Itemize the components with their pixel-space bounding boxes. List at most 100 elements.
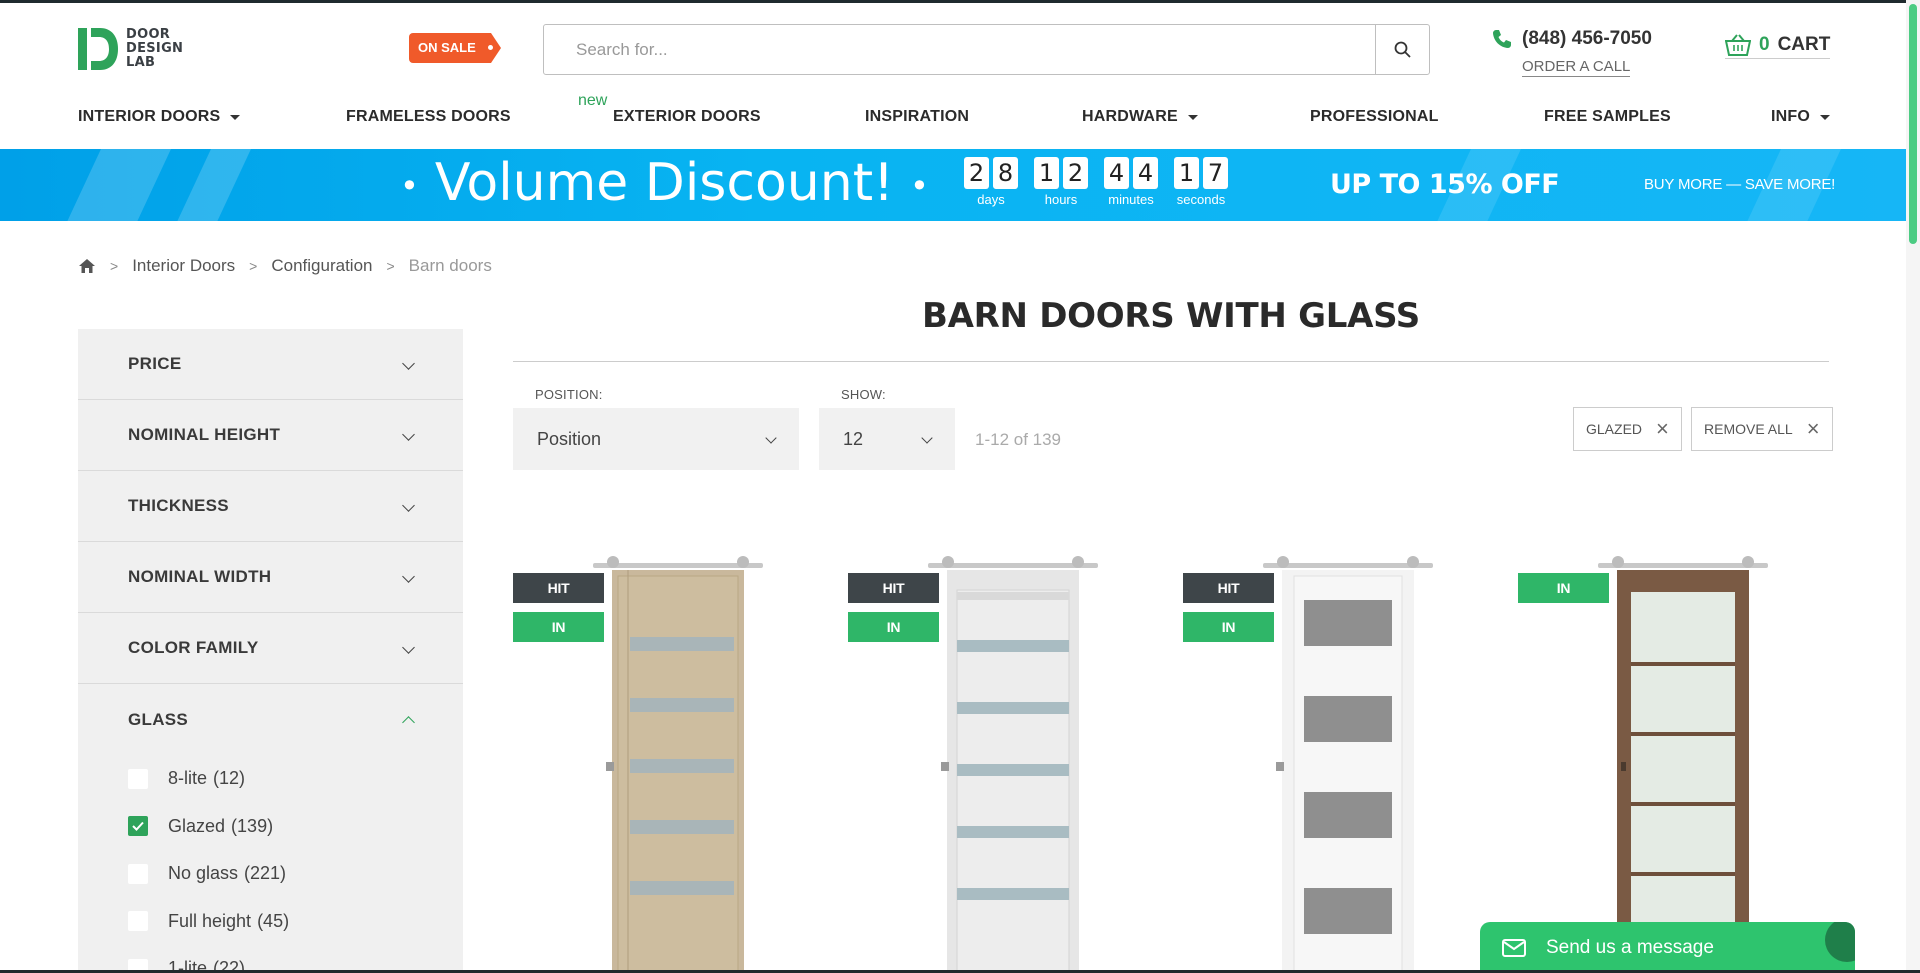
cart-count: 0 [1759, 34, 1770, 55]
cart-link[interactable]: 0 CART [1725, 34, 1831, 59]
chevron-up-icon [402, 716, 415, 729]
banner-decoration [159, 149, 261, 221]
search-icon [1394, 41, 1411, 58]
scrollbar[interactable] [1906, 0, 1920, 973]
barn-rail [928, 556, 1098, 568]
nav-interior-doors[interactable]: INTERIOR DOORS [78, 108, 241, 126]
product-image[interactable] [933, 570, 1093, 973]
page-title: BARN DOORS WITH GLASS [922, 296, 1420, 336]
breadcrumb-interior-doors[interactable]: Interior Doors [132, 256, 235, 276]
chat-corner [1825, 922, 1855, 962]
position-select[interactable]: Position [513, 408, 799, 470]
checkbox-checked[interactable] [128, 816, 148, 837]
cart-label: CART [1777, 34, 1831, 55]
phone-icon [1493, 30, 1511, 48]
order-call-link[interactable]: ORDER A CALL [1522, 58, 1631, 77]
check-icon [132, 822, 144, 832]
in-stock-badge: IN STOCK [1518, 573, 1609, 626]
new-tag: new [578, 92, 608, 109]
search-bar [543, 24, 1430, 75]
checkbox[interactable] [128, 863, 148, 884]
filter-nominal-height[interactable]: NOMINAL HEIGHT [78, 400, 463, 471]
filter-glass[interactable]: GLASS [78, 684, 463, 755]
nav-inspiration[interactable]: INSPIRATION [865, 108, 969, 126]
chevron-right-icon: > [249, 258, 258, 274]
nav-hardware[interactable]: HARDWARE [1082, 108, 1198, 126]
show-select[interactable]: 12 [819, 408, 955, 470]
countdown-timer: 28 days 12 hours 44 minutes 17 seconds [964, 157, 1228, 207]
product-image[interactable] [1268, 570, 1428, 973]
timer-hours: 12 hours [1034, 157, 1088, 207]
top-border [0, 0, 1920, 3]
close-icon[interactable]: × [1807, 418, 1820, 440]
filter-nominal-width[interactable]: NOMINAL WIDTH [78, 542, 463, 613]
site-logo[interactable]: DOOR DESIGN LAB [78, 26, 183, 72]
barn-rail [1598, 556, 1768, 568]
chevron-down-icon [402, 356, 415, 370]
filter-price[interactable]: PRICE [78, 329, 463, 400]
volume-discount-banner[interactable]: • Volume Discount! • 28 days 12 hours 44 m… [0, 149, 1920, 221]
hit-badge: HIT [513, 573, 604, 603]
close-icon[interactable]: × [1656, 418, 1669, 440]
chip-glazed[interactable]: GLAZED × [1573, 407, 1682, 451]
divider [513, 361, 1829, 362]
product-image[interactable] [598, 570, 758, 973]
glass-option-no-glass[interactable]: No glass (221) [78, 850, 463, 898]
nav-info[interactable]: INFO [1771, 108, 1831, 126]
glass-option-full-height[interactable]: Full height (45) [78, 898, 463, 946]
product-card[interactable]: HIT IN STOCK [1183, 553, 1453, 973]
banner-decoration [49, 149, 181, 221]
phone-number: (848) 456-7050 [1522, 28, 1652, 49]
hit-badge: HIT [848, 573, 939, 603]
show-label: SHOW: [841, 387, 886, 402]
glass-option-8-lite[interactable]: 8-lite (12) [78, 755, 463, 803]
chevron-down-icon [765, 432, 777, 444]
search-input[interactable] [544, 25, 1375, 74]
filter-color-family[interactable]: COLOR FAMILY [78, 613, 463, 684]
chevron-down-icon [402, 427, 415, 441]
barn-rail [1263, 556, 1433, 568]
nav-professional[interactable]: PROFESSIONAL [1310, 108, 1439, 126]
product-image[interactable] [1603, 570, 1763, 973]
glass-option-glazed[interactable]: Glazed (139) [78, 803, 463, 851]
timer-days: 28 days [964, 157, 1018, 207]
search-button[interactable] [1375, 25, 1429, 74]
home-icon[interactable] [78, 258, 96, 274]
chevron-down-icon [402, 569, 415, 583]
nav-free-samples[interactable]: FREE SAMPLES [1544, 108, 1671, 126]
on-sale-badge[interactable]: ON SALE [409, 33, 501, 63]
banner-headline: • Volume Discount! • [400, 153, 929, 213]
product-card[interactable]: HIT IN STOCK [848, 553, 1118, 973]
chip-remove-all[interactable]: REMOVE ALL × [1691, 407, 1833, 451]
banner-cta[interactable]: BUY MORE — SAVE MORE! [1644, 176, 1835, 193]
chevron-right-icon: > [110, 258, 119, 274]
position-label: POSITION: [535, 387, 603, 402]
scrollbar-thumb[interactable] [1909, 4, 1917, 244]
product-card[interactable]: HIT IN STOCK [513, 553, 783, 973]
timer-seconds: 17 seconds [1174, 157, 1228, 207]
chevron-down-icon [402, 498, 415, 512]
product-card[interactable]: IN STOCK [1518, 553, 1788, 973]
logo-text: DOOR DESIGN LAB [126, 27, 184, 70]
chat-widget[interactable]: Send us a message [1480, 922, 1855, 973]
basket-icon [1725, 34, 1751, 56]
phone-link[interactable]: (848) 456-7050 [1492, 28, 1652, 50]
caret-down-icon [1187, 114, 1198, 120]
filter-sidebar: PRICE NOMINAL HEIGHT THICKNESS NOMINAL W… [78, 329, 463, 973]
chevron-down-icon [921, 432, 933, 444]
filter-thickness[interactable]: THICKNESS [78, 471, 463, 542]
checkbox[interactable] [128, 768, 148, 789]
in-stock-badge: IN STOCK [1183, 612, 1274, 665]
logo-mark-icon [78, 26, 118, 72]
caret-down-icon [230, 114, 241, 120]
timer-minutes: 44 minutes [1104, 157, 1158, 207]
nav-frameless-doors[interactable]: FRAMELESS DOORS [346, 108, 511, 126]
checkbox[interactable] [128, 911, 148, 932]
result-count: 1-12 of 139 [975, 430, 1062, 449]
nav-exterior-doors[interactable]: EXTERIOR DOORS [613, 108, 761, 126]
breadcrumb-configuration[interactable]: Configuration [271, 256, 372, 276]
breadcrumb: > Interior Doors > Configuration > Barn … [78, 256, 492, 276]
in-stock-badge: IN STOCK [513, 612, 604, 665]
glass-option-1-lite[interactable]: 1-lite (22) [78, 945, 463, 973]
main-nav: INTERIOR DOORS FRAMELESS DOORS new EXTER… [78, 92, 1831, 132]
